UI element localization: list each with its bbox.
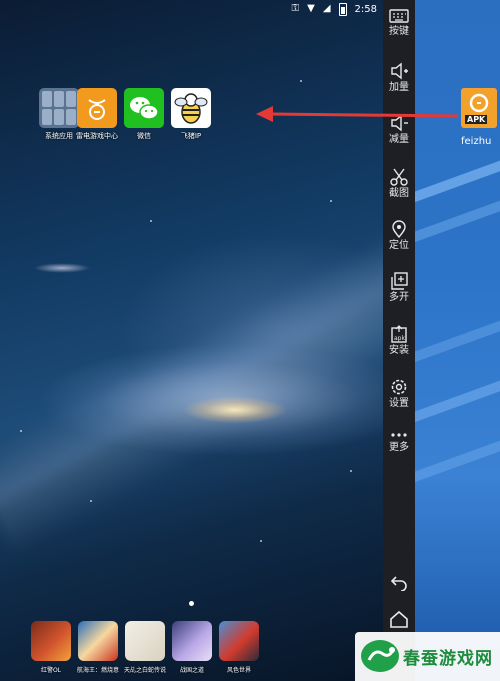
drag-arrow <box>256 106 459 122</box>
watermark-text: 春蚕游戏网 <box>403 649 493 669</box>
silkworm-logo <box>361 640 399 672</box>
site-watermark: 春蚕游戏网 <box>355 632 500 681</box>
emulator-window: ⚿ ▼ ◢ 2:58 系统应用 雷电游戏中心 微信 飞猪IP 红警OL 航海王：… <box>0 0 500 681</box>
